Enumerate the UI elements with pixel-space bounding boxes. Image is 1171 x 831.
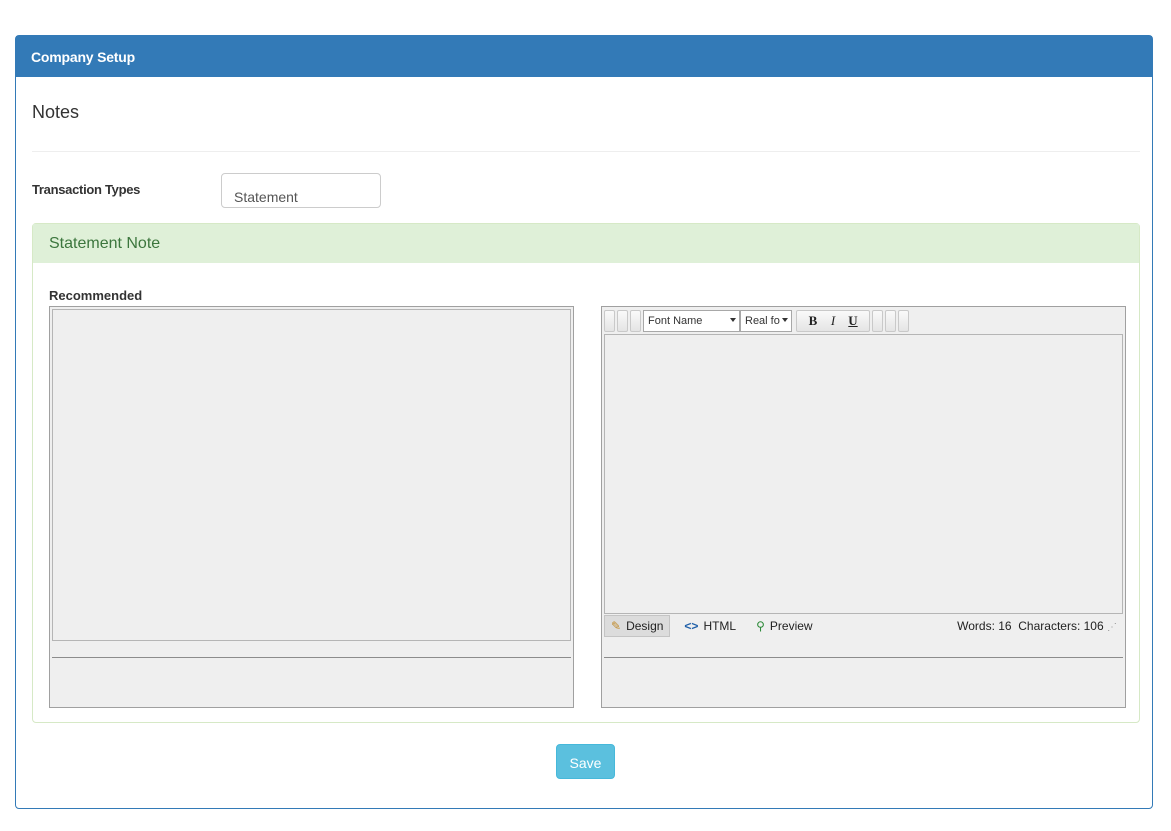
italic-button[interactable]: I <box>823 313 843 329</box>
toolbar-button[interactable] <box>885 310 896 332</box>
underline-button[interactable]: U <box>843 313 863 329</box>
characters-count: Characters: 106 <box>1018 619 1104 633</box>
word-character-count: Words: 16 Characters: 106 ⋰ <box>957 619 1117 633</box>
pencil-icon: ✎ <box>611 619 622 633</box>
company-setup-panel: Company Setup Notes Transaction Types St… <box>15 35 1153 809</box>
code-icon: <> <box>684 619 699 633</box>
statement-note-editor-area[interactable] <box>604 334 1123 614</box>
chevron-down-icon <box>730 318 736 322</box>
font-size-select[interactable]: Real fo <box>740 310 792 332</box>
editor-toolbar: Font Name Real fo B I U <box>604 309 911 333</box>
html-tab[interactable]: <> HTML <box>678 615 742 637</box>
preview-tab[interactable]: ⚲ Preview <box>750 615 818 637</box>
statement-note-title: Statement Note <box>33 224 1139 263</box>
toolbar-button[interactable] <box>630 310 641 332</box>
toolbar-button[interactable] <box>898 310 909 332</box>
words-count: Words: 16 <box>957 619 1012 633</box>
resize-handle-icon[interactable]: ⋰ <box>1107 622 1117 633</box>
toolbar-button[interactable] <box>604 310 615 332</box>
recommended-editor-area[interactable] <box>52 309 571 641</box>
recommended-editor[interactable] <box>49 306 574 708</box>
transaction-types-label: Transaction Types <box>32 182 141 197</box>
design-tab-label: Design <box>626 619 664 633</box>
font-size-value: Real fo <box>745 315 780 327</box>
save-button[interactable]: Save <box>556 744 615 779</box>
toolbar-button[interactable] <box>872 310 883 332</box>
html-tab-label: HTML <box>703 619 737 633</box>
format-group: B I U <box>796 310 870 332</box>
statement-note-editor: Font Name Real fo B I U ✎ Design <> HTML… <box>601 306 1126 708</box>
divider <box>32 151 1140 152</box>
design-tab[interactable]: ✎ Design <box>604 615 671 637</box>
preview-tab-label: Preview <box>769 619 813 633</box>
recommended-label: Recommended <box>49 288 143 303</box>
chevron-down-icon <box>782 318 788 322</box>
editor-mode-bar: ✎ Design <> HTML ⚲ Preview Words: 16 Cha… <box>604 615 1123 637</box>
notes-title: Notes <box>32 102 80 122</box>
panel-title: Company Setup <box>16 36 1152 77</box>
toolbar-button[interactable] <box>617 310 628 332</box>
font-name-value: Font Name <box>648 315 703 327</box>
recommended-editor-divider <box>52 657 571 658</box>
statement-note-editor-divider <box>604 657 1123 658</box>
bold-button[interactable]: B <box>803 313 823 329</box>
statement-note-panel: Statement Note Recommended Font Name Rea… <box>32 223 1140 723</box>
transaction-types-select[interactable]: Statement <box>221 173 381 208</box>
font-name-select[interactable]: Font Name <box>643 310 740 332</box>
magnifier-icon: ⚲ <box>756 619 765 633</box>
